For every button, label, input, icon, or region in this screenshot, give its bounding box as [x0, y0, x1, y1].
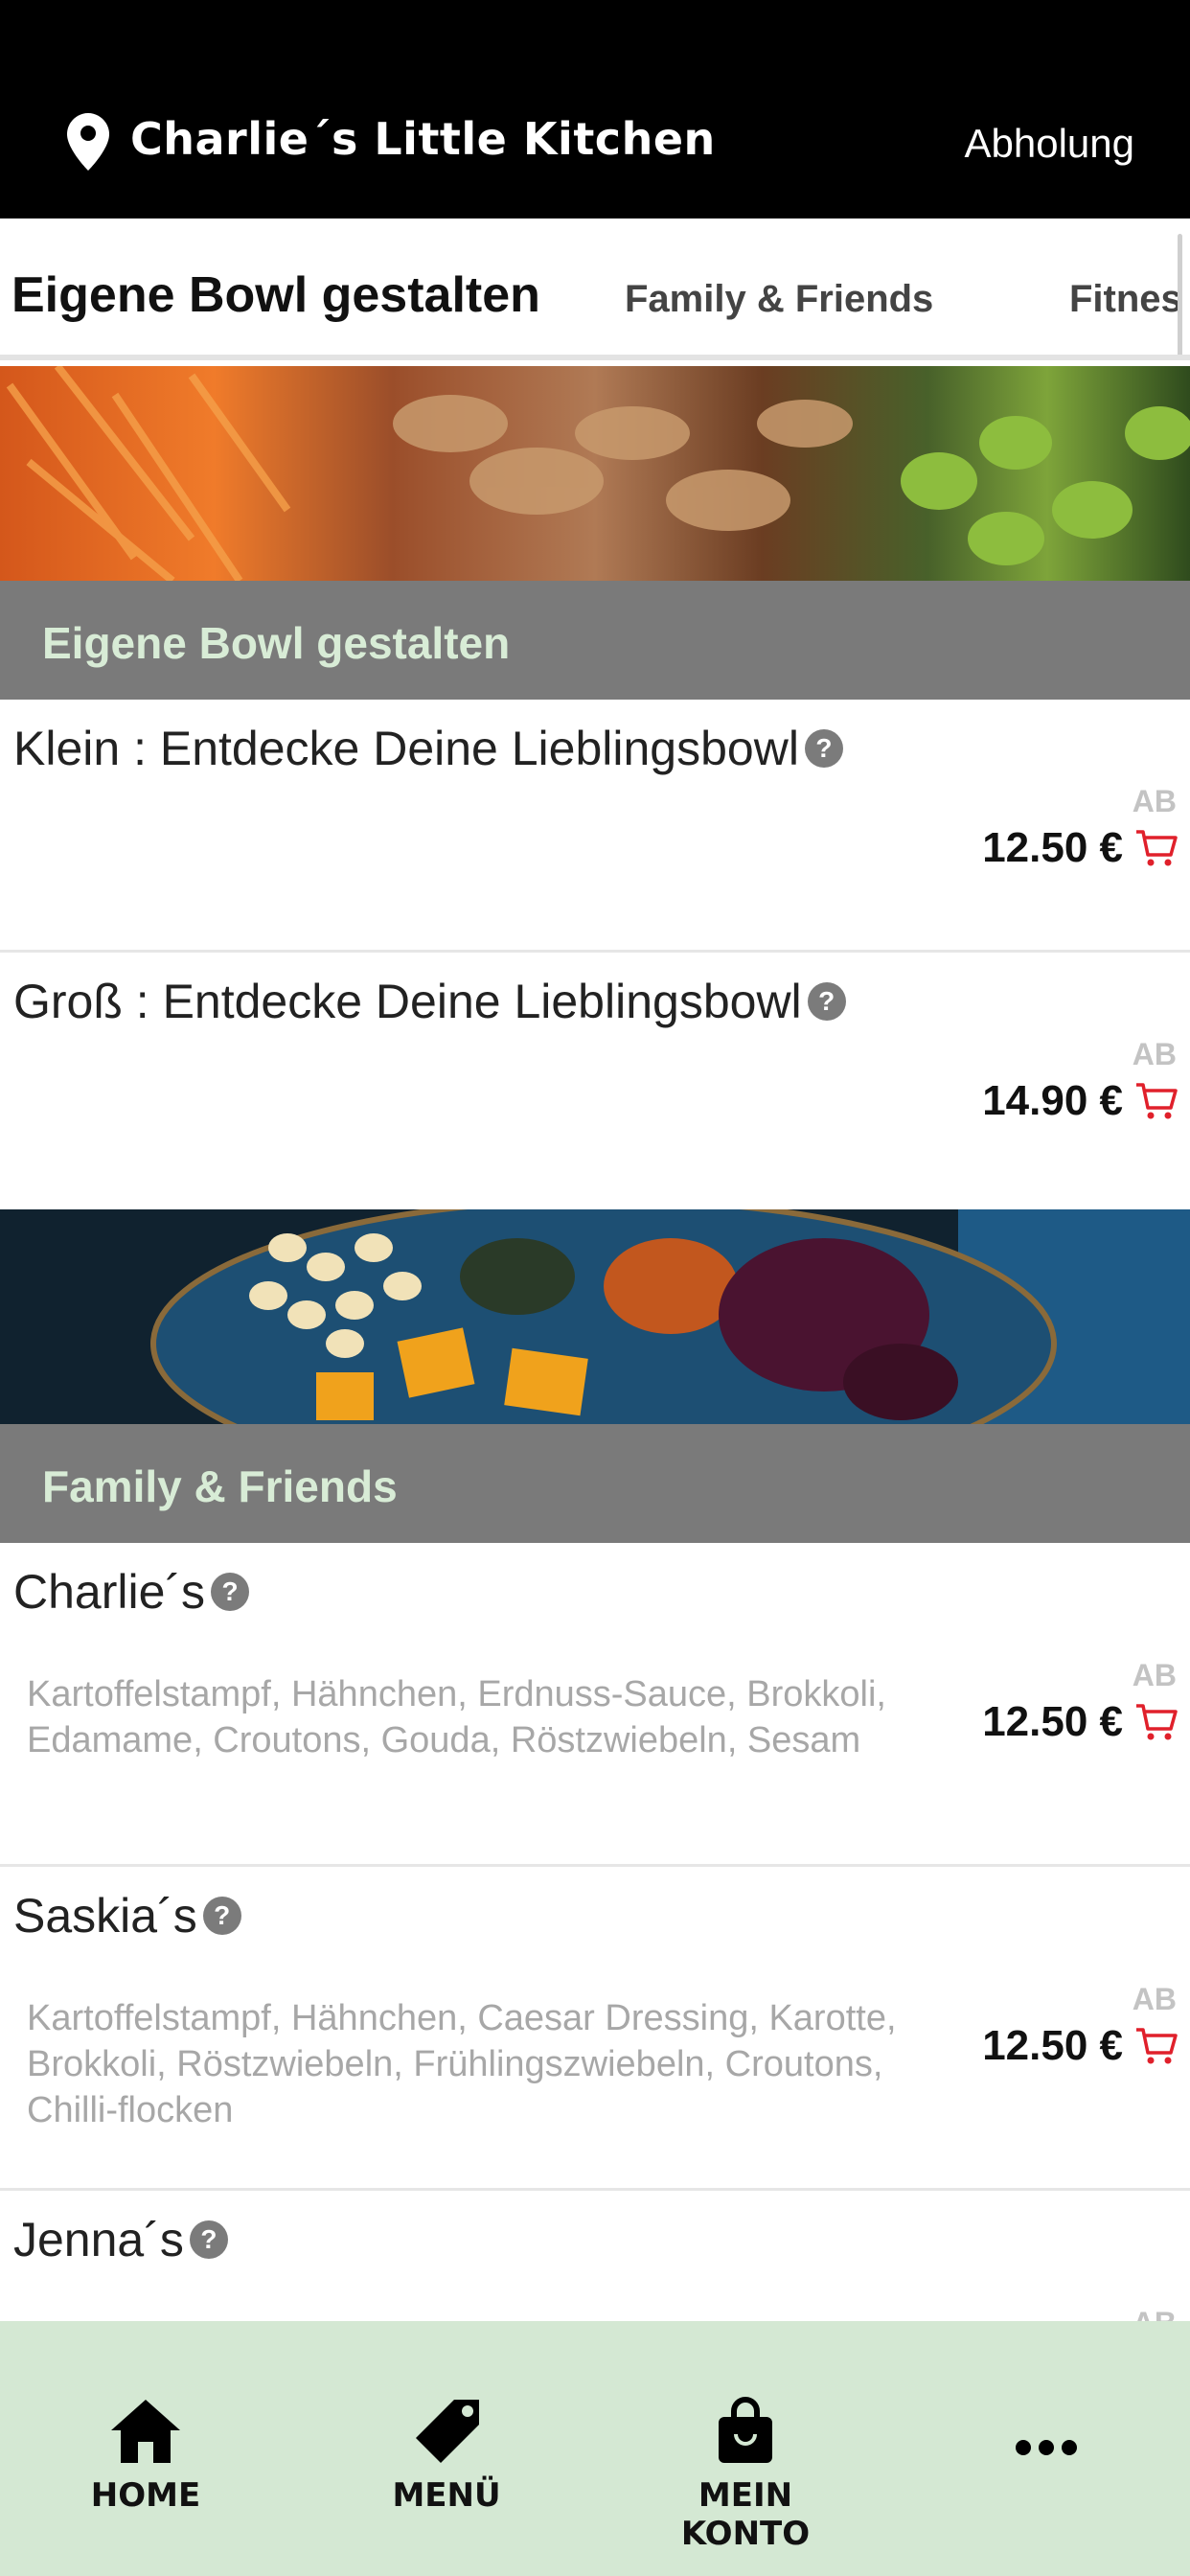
item-name-row: Jenna´s?: [13, 2212, 228, 2267]
info-icon[interactable]: ?: [189, 2220, 228, 2259]
section-title: Eigene Bowl gestalten: [42, 618, 511, 668]
info-icon[interactable]: ?: [211, 1573, 250, 1611]
menu-item[interactable]: Jenna´s? AB: [0, 2191, 1190, 2321]
tag-icon: [416, 2400, 479, 2463]
item-name-row: Klein : Entdecke Deine Lieblingsbowl?: [13, 721, 843, 776]
more-dots-icon: [1016, 2440, 1077, 2455]
cart-icon[interactable]: [1134, 1081, 1179, 1121]
menu-item[interactable]: Klein : Entdecke Deine Lieblingsbowl? AB…: [0, 700, 1190, 953]
nav-menu[interactable]: MENÜ: [332, 2396, 561, 2540]
cart-icon[interactable]: [1134, 828, 1179, 868]
menu-item[interactable]: Saskia´s? Kartoffelstampf, Hähnchen, Cae…: [0, 1867, 1190, 2191]
nav-more[interactable]: [931, 2396, 1161, 2540]
nav-account[interactable]: MEIN KONTO: [630, 2396, 860, 2553]
section-title: Family & Friends: [42, 1461, 398, 1511]
price-prefix: AB: [1132, 1658, 1177, 1692]
item-price: 12.50 €: [982, 2022, 1123, 2069]
item-description: Kartoffelstampf, Hähnchen, Erdnuss-Sauce…: [27, 1674, 886, 1760]
item-name-row: Groß : Entdecke Deine Lieblingsbowl?: [13, 974, 846, 1029]
price-prefix: AB: [1132, 1037, 1177, 1071]
price-row: 12.50 €: [982, 824, 1179, 872]
food-photo: [6, 366, 1190, 581]
bottom-navigation: HOME MENÜ MEIN KONTO: [0, 2321, 1190, 2576]
menu-item[interactable]: Groß : Entdecke Deine Lieblingsbowl? AB …: [0, 953, 1190, 1209]
item-name-row: Charlie´s?: [13, 1564, 250, 1620]
tab-family-friends[interactable]: Family & Friends: [625, 278, 933, 321]
nav-label: HOME: [90, 2476, 201, 2515]
bowl-photo: [0, 1209, 1190, 1424]
nav-label: MENÜ: [392, 2476, 501, 2515]
section-header-eigene-bowl: Eigene Bowl gestalten: [0, 581, 1190, 700]
restaurant-name[interactable]: Charlie´s Little Kitchen: [130, 113, 716, 165]
info-icon[interactable]: ?: [807, 982, 846, 1021]
nav-home[interactable]: HOME: [31, 2396, 261, 2540]
item-name-row: Saskia´s?: [13, 1888, 241, 1944]
shopping-bag-icon: [719, 2397, 772, 2463]
price-row: 12.50 €: [982, 1698, 1179, 1746]
nav-label: MEIN KONTO: [680, 2476, 811, 2553]
map-pin-icon[interactable]: [67, 113, 109, 171]
app-header: Charlie´s Little Kitchen Abholung: [0, 0, 1190, 218]
tab-eigene-bowl[interactable]: Eigene Bowl gestalten: [11, 266, 540, 324]
item-name: Saskia´s: [13, 1889, 197, 1943]
item-price: 12.50 €: [982, 824, 1123, 871]
item-name: Klein : Entdecke Deine Lieblingsbowl: [13, 722, 799, 775]
order-mode[interactable]: Abholung: [965, 121, 1135, 167]
item-price: 12.50 €: [982, 1698, 1123, 1745]
item-description: Kartoffelstampf, Hähnchen, Caesar Dressi…: [27, 1998, 897, 2130]
home-icon: [111, 2400, 180, 2463]
item-name: Charlie´s: [13, 1565, 206, 1619]
category-tabs: Eigene Bowl gestalten Family & Friends F…: [0, 224, 1190, 360]
price-row: 14.90 €: [982, 1077, 1179, 1125]
cart-icon[interactable]: [1134, 2026, 1179, 2066]
item-name: Groß : Entdecke Deine Lieblingsbowl: [13, 975, 802, 1028]
info-icon[interactable]: ?: [202, 1897, 241, 1935]
section-banner-image: [0, 366, 1190, 581]
tab-fitness[interactable]: Fitnes: [1069, 278, 1182, 321]
price-row: 12.50 €: [982, 2022, 1179, 2070]
section-header-family-friends: Family & Friends: [0, 1424, 1190, 1543]
item-name: Jenna´s: [13, 2213, 184, 2266]
price-prefix: AB: [1133, 2306, 1177, 2321]
section-banner-image: [0, 1209, 1190, 1424]
menu-item[interactable]: Charlie´s? Kartoffelstampf, Hähnchen, Er…: [0, 1543, 1190, 1867]
price-prefix: AB: [1132, 784, 1177, 818]
item-price: 14.90 €: [982, 1077, 1123, 1124]
info-icon[interactable]: ?: [804, 729, 843, 768]
scroll-indicator: [1178, 234, 1182, 355]
cart-icon[interactable]: [1134, 1702, 1179, 1742]
price-prefix: AB: [1132, 1982, 1177, 2016]
